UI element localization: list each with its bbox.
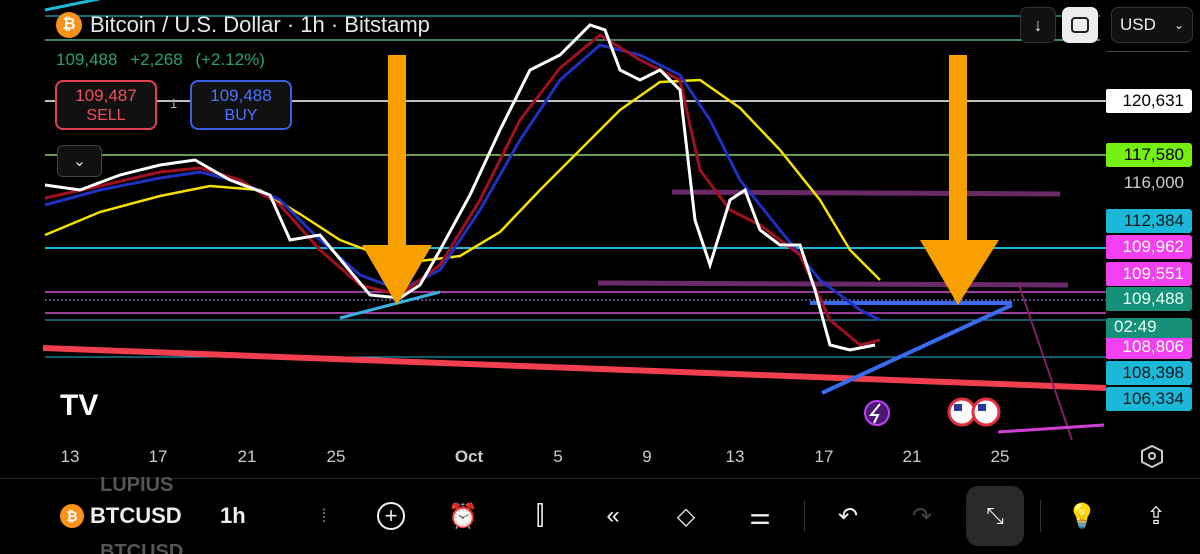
sell-price: 109,487 [75, 86, 137, 105]
undo-button[interactable]: ↶ [830, 495, 866, 537]
ma-blue [44, 43, 881, 322]
interval-selector[interactable]: 1h [220, 495, 246, 537]
add-indicator-button[interactable]: + [373, 495, 409, 537]
time-label: 21 [902, 447, 922, 466]
price-label: 109,551 [1106, 262, 1192, 286]
share-icon: ⇪ [1145, 502, 1167, 530]
symbol-selector[interactable]: ₿ BTCUSD [60, 495, 194, 537]
price-label: 109,488 [1106, 287, 1192, 311]
chart-type-button[interactable]: ⫿ [522, 495, 558, 537]
time-label: 21 [237, 447, 257, 466]
price-label: 116,000 [1123, 173, 1184, 192]
sliders-icon: ⚌ [749, 502, 771, 530]
redo-button[interactable]: ↷ [904, 495, 940, 537]
collapse-legend-button[interactable]: ⌄ [57, 145, 102, 177]
price-label: 106,334 [1106, 387, 1192, 411]
buy-label: BUY [224, 107, 258, 124]
alert-button[interactable]: ⏰ [445, 495, 481, 537]
chevron-down-icon: ⌄ [72, 153, 87, 170]
rewind-icon: « [606, 502, 620, 529]
symbol-next: BTCUSD [100, 541, 184, 554]
layers-button[interactable]: ◇ [668, 495, 704, 537]
axis-divider [1106, 51, 1190, 52]
ideas-button[interactable]: 💡 [1064, 495, 1100, 537]
fullscreen-icon [1071, 17, 1089, 33]
price-label: 112,384 [1106, 209, 1192, 233]
us-flag-event-icon[interactable] [947, 397, 1001, 427]
tradingview-logo: TV [60, 389, 98, 422]
time-label: 9 [642, 447, 652, 466]
price-change-pct: (+2.12%) [195, 50, 265, 69]
bitcoin-icon: ₿ [60, 504, 84, 528]
price-label: 108,806 [1106, 335, 1192, 359]
price-label: 120,631 [1106, 89, 1192, 113]
sell-button[interactable]: 109,487 SELL [55, 80, 157, 130]
time-label: 25 [990, 447, 1010, 466]
chevron-down-icon: ⌄ [1173, 18, 1184, 32]
price-label: 108,398 [1106, 361, 1192, 385]
currency-value: USD [1120, 15, 1156, 34]
trendline-cyan [44, 0, 102, 12]
time-label: 25 [326, 447, 346, 466]
arrow-down-right [920, 55, 999, 305]
fullscreen-button[interactable] [1062, 7, 1098, 43]
price-change: +2,268 [130, 50, 183, 69]
toolbar-divider [1040, 500, 1041, 532]
price-chart[interactable]: TV [0, 0, 1200, 478]
time-label: Oct [454, 447, 484, 466]
price-label: 109,962 [1106, 235, 1192, 259]
redo-icon: ↷ [911, 502, 933, 530]
buy-price: 109,488 [210, 86, 272, 105]
trendline-purple [1017, 281, 1073, 441]
time-label: 17 [814, 447, 834, 466]
settings-sliders-button[interactable]: ⚌ [742, 495, 778, 537]
symbol-name: BTCUSD [90, 503, 182, 528]
bitcoin-icon: ₿ [56, 12, 82, 38]
exit-fullscreen-button[interactable]: ⤡ [966, 486, 1024, 546]
quote-line: 109,488 +2,268 (+2.12%) [56, 50, 273, 70]
settings-hexagon-icon[interactable] [1141, 444, 1163, 469]
replay-button[interactable]: « [595, 495, 631, 537]
more-dots-icon[interactable]: ⁞ [312, 495, 336, 537]
arrow-down-icon: ↓ [1033, 14, 1043, 35]
symbol-prev: LUPIUS [100, 474, 174, 492]
alarm-clock-icon: ⏰ [448, 502, 478, 530]
arrow-down-left [362, 55, 432, 305]
layers-icon: ◇ [676, 502, 696, 530]
price-label: 117,580 [1106, 143, 1192, 167]
currency-select[interactable]: USD ⌄ [1111, 7, 1193, 43]
chart-title: Bitcoin / U.S. Dollar · 1h · Bitstamp [90, 12, 430, 37]
share-button[interactable]: ⇪ [1138, 495, 1174, 537]
time-label: 5 [553, 447, 563, 466]
lightbulb-plus-icon: 💡 [1067, 502, 1097, 530]
undo-icon: ↶ [837, 502, 859, 530]
time-label: 17 [148, 447, 168, 466]
buy-button[interactable]: 109,488 BUY [190, 80, 292, 130]
last-price: 109,488 [56, 50, 118, 69]
zone-purple-1 [671, 189, 1061, 197]
sell-label: SELL [86, 107, 126, 124]
trade-quantity[interactable]: 1 [170, 96, 177, 111]
collapse-icon: ⤡ [986, 503, 1004, 528]
countdown-label: 02:49 [1106, 318, 1192, 338]
zone-purple-2 [597, 280, 1069, 288]
plus-circle-icon: + [377, 502, 405, 530]
trendline-red [42, 345, 1107, 391]
lightning-event-icon[interactable] [864, 400, 890, 426]
trendline-magenta [997, 423, 1105, 434]
candlestick-icon: ⫿ [535, 500, 545, 530]
symbol-header[interactable]: ₿ Bitcoin / U.S. Dollar · 1h · Bitstamp [56, 12, 430, 38]
price-line [44, 23, 876, 352]
time-label: 13 [60, 447, 80, 466]
scroll-to-latest-button[interactable]: ↓ [1020, 7, 1056, 43]
toolbar-divider [804, 500, 805, 532]
time-label: 13 [725, 447, 745, 466]
